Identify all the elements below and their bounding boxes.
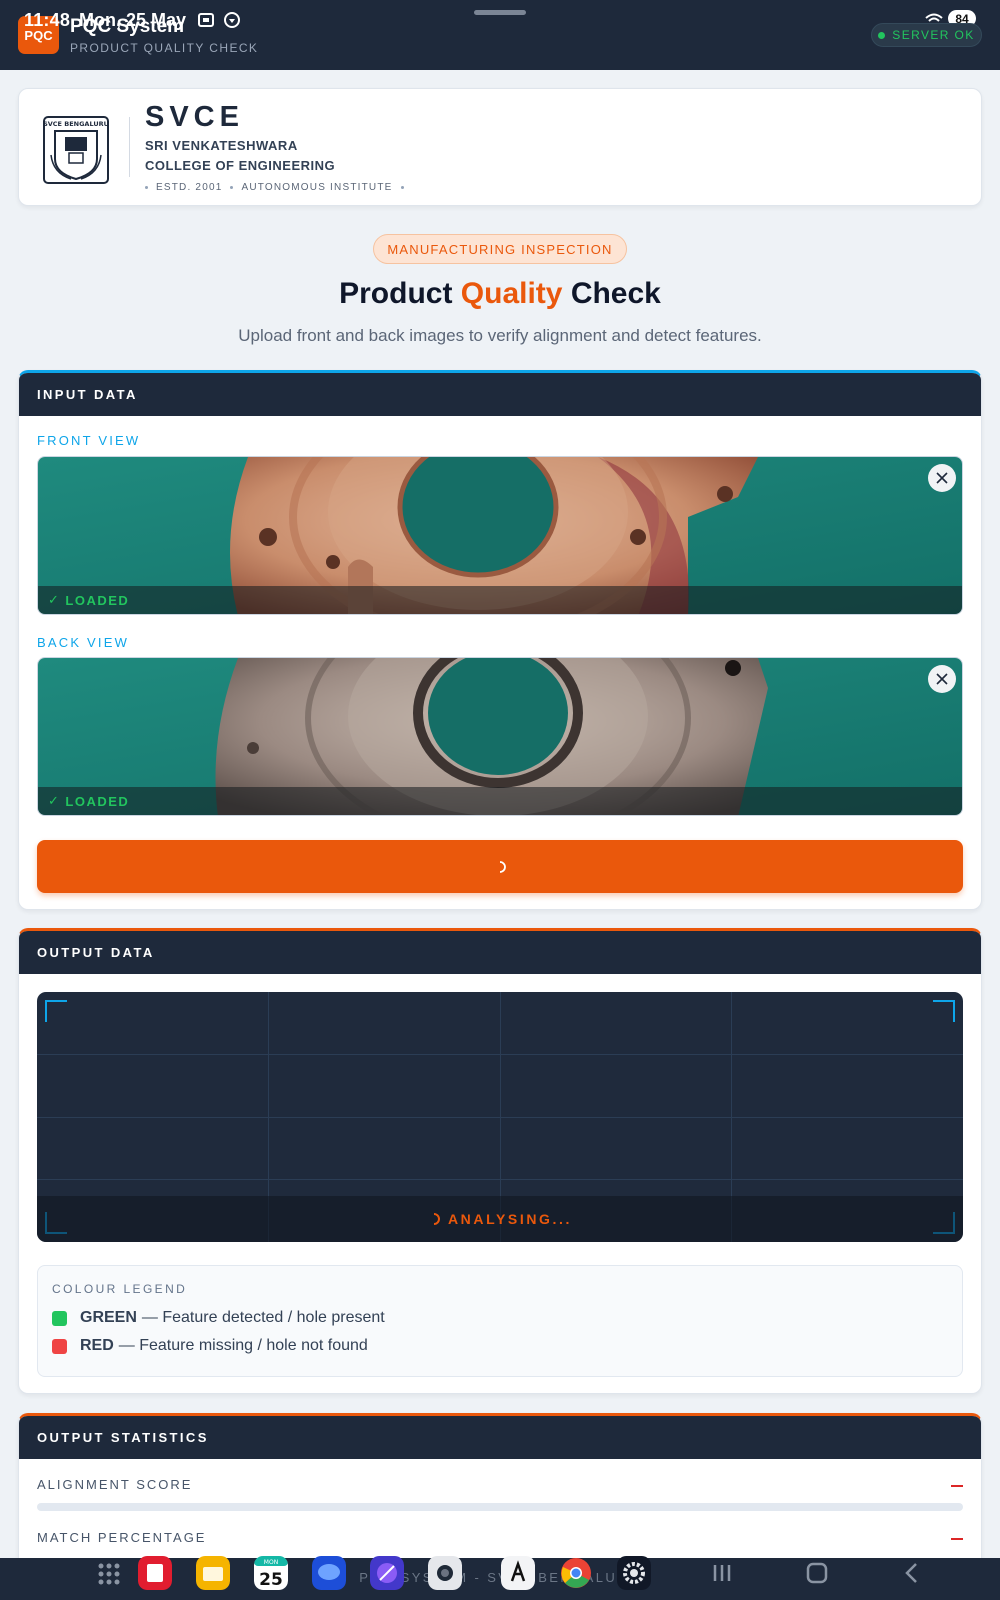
calendar-day-text: MON [264, 1559, 278, 1566]
files-app-icon[interactable] [196, 1556, 230, 1590]
legend-key: GREEN [80, 1309, 137, 1326]
analyze-button[interactable] [37, 840, 963, 893]
title-accent: Quality [460, 277, 563, 310]
college-status: AUTONOMOUS INSTITUTE [241, 182, 393, 193]
back-icon[interactable] [895, 1556, 929, 1590]
output-panel-heading: OUTPUT DATA [19, 931, 981, 974]
remove-back-image-button[interactable] [928, 665, 956, 693]
grid-line [37, 1179, 963, 1180]
status-icons [197, 11, 241, 29]
home-icon[interactable] [800, 1556, 834, 1590]
red-swatch [52, 1338, 67, 1354]
calendar-date-text: 25 [259, 1570, 283, 1590]
app-subtitle: PRODUCT QUALITY CHECK [70, 41, 259, 55]
meta-dot [400, 186, 404, 189]
grid-line [37, 1054, 963, 1055]
back-loaded-status: ✓ LOADED [38, 787, 962, 815]
front-view-image[interactable]: ✓ LOADED [37, 456, 963, 615]
green-swatch [52, 1310, 67, 1326]
record-icon [224, 12, 240, 28]
alignment-score-value [951, 1485, 963, 1487]
result-canvas: ANALYSING... [37, 992, 963, 1242]
input-data-panel: INPUT DATA FRONT VIEW ✓ LOADED BACK VIEW… [18, 370, 982, 910]
top-app-bar: PQC PQC System PRODUCT QUALITY CHECK 11:… [0, 0, 1000, 70]
messages-app-icon[interactable] [312, 1556, 346, 1590]
calendar-app-icon[interactable]: MON 25 [254, 1556, 288, 1590]
camera-app-icon[interactable] [428, 1556, 462, 1590]
loading-spinner-icon [499, 860, 506, 873]
front-status-text: LOADED [65, 592, 130, 608]
legend-item-red: RED — Feature missing / hole not found [52, 1337, 368, 1355]
screenshot-icon [198, 13, 214, 27]
stats-panel-heading: OUTPUT STATISTICS [19, 1416, 981, 1459]
settings-app-icon[interactable] [617, 1556, 651, 1590]
tools-app-icon[interactable] [501, 1556, 535, 1590]
title-part-2: Check [562, 277, 661, 310]
match-percentage-label: MATCH PERCENTAGE [37, 1530, 207, 1545]
legend-desc: — Feature missing / hole not found [118, 1337, 368, 1354]
drag-handle[interactable] [474, 10, 526, 15]
close-icon [936, 673, 948, 685]
alignment-score-label: ALIGNMENT SCORE [37, 1477, 193, 1492]
meta-dot [145, 186, 148, 189]
app-drawer-icon[interactable] [92, 1556, 126, 1590]
category-tag: MANUFACTURING INSPECTION [373, 234, 627, 264]
meta-dot [230, 186, 234, 189]
colour-legend: COLOUR LEGEND GREEN — Feature detected /… [37, 1265, 963, 1377]
college-meta: ESTD. 2001 AUTONOMOUS INSTITUTE [145, 182, 404, 193]
chrome-app-icon[interactable] [559, 1556, 593, 1590]
notes-app-icon[interactable] [138, 1556, 172, 1590]
legend-key: RED [80, 1337, 114, 1354]
back-view-label: BACK VIEW [37, 635, 130, 650]
back-view-image[interactable]: ✓ LOADED [37, 657, 963, 816]
college-seal-logo: SVCE BENGALURU [43, 116, 109, 184]
college-full-name-line1: SRI VENKATESHWARA [145, 138, 298, 153]
page-subtitle: Upload front and back images to verify a… [238, 326, 762, 345]
status-date: Mon, 25 May [79, 10, 187, 30]
status-time: 11:48 [24, 10, 71, 30]
back-status-text: LOADED [65, 793, 130, 809]
input-panel-heading: INPUT DATA [19, 373, 981, 416]
analysing-text: ANALYSING... [447, 1211, 573, 1227]
legend-desc: — Feature detected / hole present [141, 1309, 385, 1326]
college-full-name-line2: COLLEGE OF ENGINEERING [145, 158, 336, 173]
recent-apps-icon[interactable] [705, 1556, 739, 1590]
front-view-label: FRONT VIEW [37, 433, 141, 448]
output-data-panel: OUTPUT DATA ANALYSING... COLOUR LEGEND G… [18, 928, 982, 1394]
college-established: ESTD. 2001 [156, 182, 223, 193]
check-icon: ✓ [48, 793, 61, 808]
browser-app-icon[interactable] [370, 1556, 404, 1590]
viewfinder-corner [45, 1000, 67, 1022]
server-status-dot [878, 31, 886, 39]
alignment-score-bar [37, 1503, 963, 1511]
remove-front-image-button[interactable] [928, 464, 956, 492]
server-status-badge: SERVER OK [871, 23, 982, 47]
match-percentage-value [951, 1538, 963, 1540]
seal-text: SVCE BENGALURU [43, 120, 109, 128]
page-title: Product Quality Check [0, 277, 1000, 311]
viewfinder-corner [933, 1000, 955, 1022]
front-loaded-status: ✓ LOADED [38, 586, 962, 614]
college-short-name: SVCE [145, 101, 244, 133]
seal-divider [129, 117, 130, 177]
loading-spinner-icon [433, 1213, 440, 1225]
grid-line [37, 1117, 963, 1118]
server-status-text: SERVER OK [892, 28, 975, 42]
check-icon: ✓ [48, 592, 61, 607]
college-card: SVCE BENGALURU SVCE SRI VENKATESHWARA CO… [18, 88, 982, 206]
legend-item-green: GREEN — Feature detected / hole present [52, 1309, 385, 1327]
analysing-status: ANALYSING... [37, 1196, 963, 1242]
close-icon [936, 472, 948, 484]
title-part-1: Product [339, 277, 461, 310]
legend-title: COLOUR LEGEND [52, 1282, 188, 1296]
